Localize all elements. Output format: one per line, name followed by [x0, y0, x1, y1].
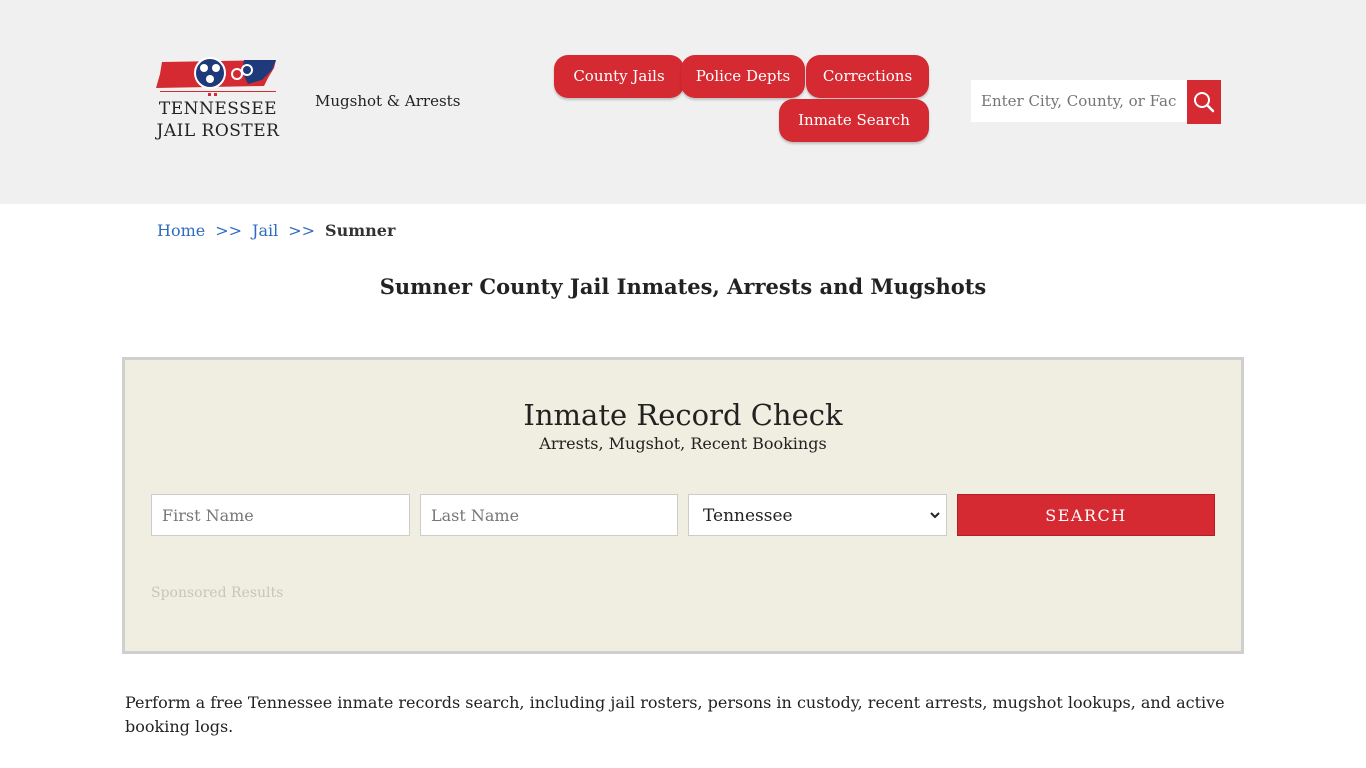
- last-name-input[interactable]: [420, 494, 678, 536]
- breadcrumb-separator: >>: [215, 221, 243, 240]
- state-select[interactable]: Tennessee: [688, 494, 947, 536]
- logo-line-2: JAIL ROSTER: [156, 121, 280, 141]
- search-button[interactable]: SEARCH: [957, 494, 1215, 536]
- breadcrumb-jail[interactable]: Jail: [252, 221, 278, 240]
- first-name-input[interactable]: [151, 494, 410, 536]
- tennessee-flag-icon: [156, 57, 276, 96]
- logo-line-1: TENNESSEE: [158, 99, 278, 119]
- site-search-button[interactable]: [1187, 80, 1221, 124]
- record-check-title: Inmate Record Check: [523, 398, 843, 432]
- page-title: Sumner County Jail Inmates, Arrests and …: [379, 274, 987, 299]
- nav-inmate-search[interactable]: Inmate Search: [779, 99, 929, 142]
- breadcrumb-current: Sumner: [325, 221, 396, 240]
- nav-police-depts[interactable]: Police Depts: [681, 55, 805, 98]
- logo-wordmark: TENNESSEE JAIL ROSTER: [152, 98, 284, 142]
- site-tagline: Mugshot & Arrests: [315, 92, 461, 110]
- state-select-value: Tennessee: [703, 506, 793, 526]
- breadcrumb-home[interactable]: Home: [157, 221, 205, 240]
- nav-county-jails[interactable]: County Jails: [554, 55, 684, 98]
- search-icon: [1194, 92, 1215, 113]
- site-logo[interactable]: TENNESSEE JAIL ROSTER: [152, 56, 284, 146]
- site-header: TENNESSEE JAIL ROSTER Mugshot & Arrests …: [0, 0, 1366, 204]
- site-search-input[interactable]: [971, 80, 1187, 122]
- sponsored-results-label: Sponsored Results: [151, 585, 284, 601]
- nav-corrections[interactable]: Corrections: [806, 55, 929, 98]
- intro-paragraph: Perform a free Tennessee inmate records …: [125, 693, 1225, 736]
- breadcrumb: Home >> Jail >> Sumner: [157, 221, 395, 240]
- chevron-down-icon: [930, 495, 940, 554]
- breadcrumb-separator: >>: [288, 221, 316, 240]
- record-check-subtitle: Arrests, Mugshot, Recent Bookings: [539, 434, 827, 453]
- inmate-record-check-panel: Inmate Record Check Arrests, Mugshot, Re…: [122, 357, 1244, 654]
